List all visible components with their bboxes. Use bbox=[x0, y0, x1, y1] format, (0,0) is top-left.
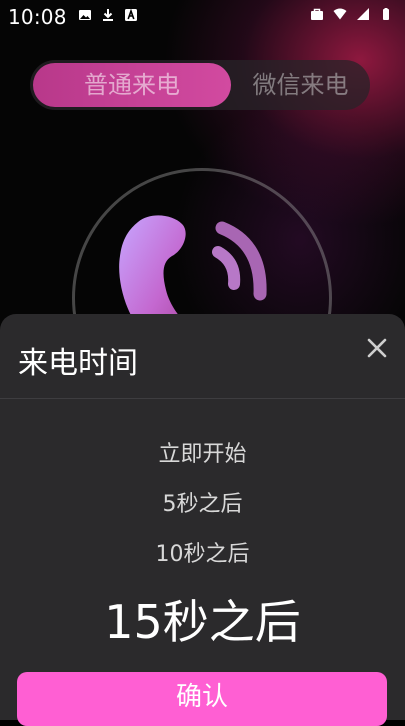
battery-icon bbox=[383, 8, 389, 20]
option-start-now[interactable]: 立即开始 bbox=[0, 436, 405, 468]
image-icon bbox=[79, 10, 91, 20]
status-time: 10:08 bbox=[8, 5, 67, 29]
option-5-seconds[interactable]: 5秒之后 bbox=[0, 486, 405, 518]
wifi-icon bbox=[333, 8, 347, 20]
signal-icon bbox=[357, 8, 369, 20]
confirm-button[interactable]: 确认 bbox=[17, 672, 387, 726]
divider bbox=[0, 398, 405, 399]
call-time-sheet: 来电时间 立即开始 5秒之后 10秒之后 15秒之后 确认 bbox=[0, 314, 405, 726]
tab-wechat-call[interactable]: 微信来电 bbox=[231, 60, 370, 110]
a-box-icon bbox=[125, 8, 137, 21]
call-type-tabs: 普通来电 微信来电 bbox=[30, 60, 370, 110]
option-10-seconds[interactable]: 10秒之后 bbox=[0, 536, 405, 568]
close-icon[interactable] bbox=[365, 336, 389, 360]
tab-normal-call[interactable]: 普通来电 bbox=[33, 63, 231, 107]
sheet-title: 来电时间 bbox=[18, 346, 138, 381]
status-bar: 10:08 bbox=[0, 0, 405, 34]
option-15-seconds-selected[interactable]: 15秒之后 bbox=[0, 586, 405, 652]
download-icon bbox=[103, 9, 113, 21]
bag-icon bbox=[311, 8, 323, 20]
